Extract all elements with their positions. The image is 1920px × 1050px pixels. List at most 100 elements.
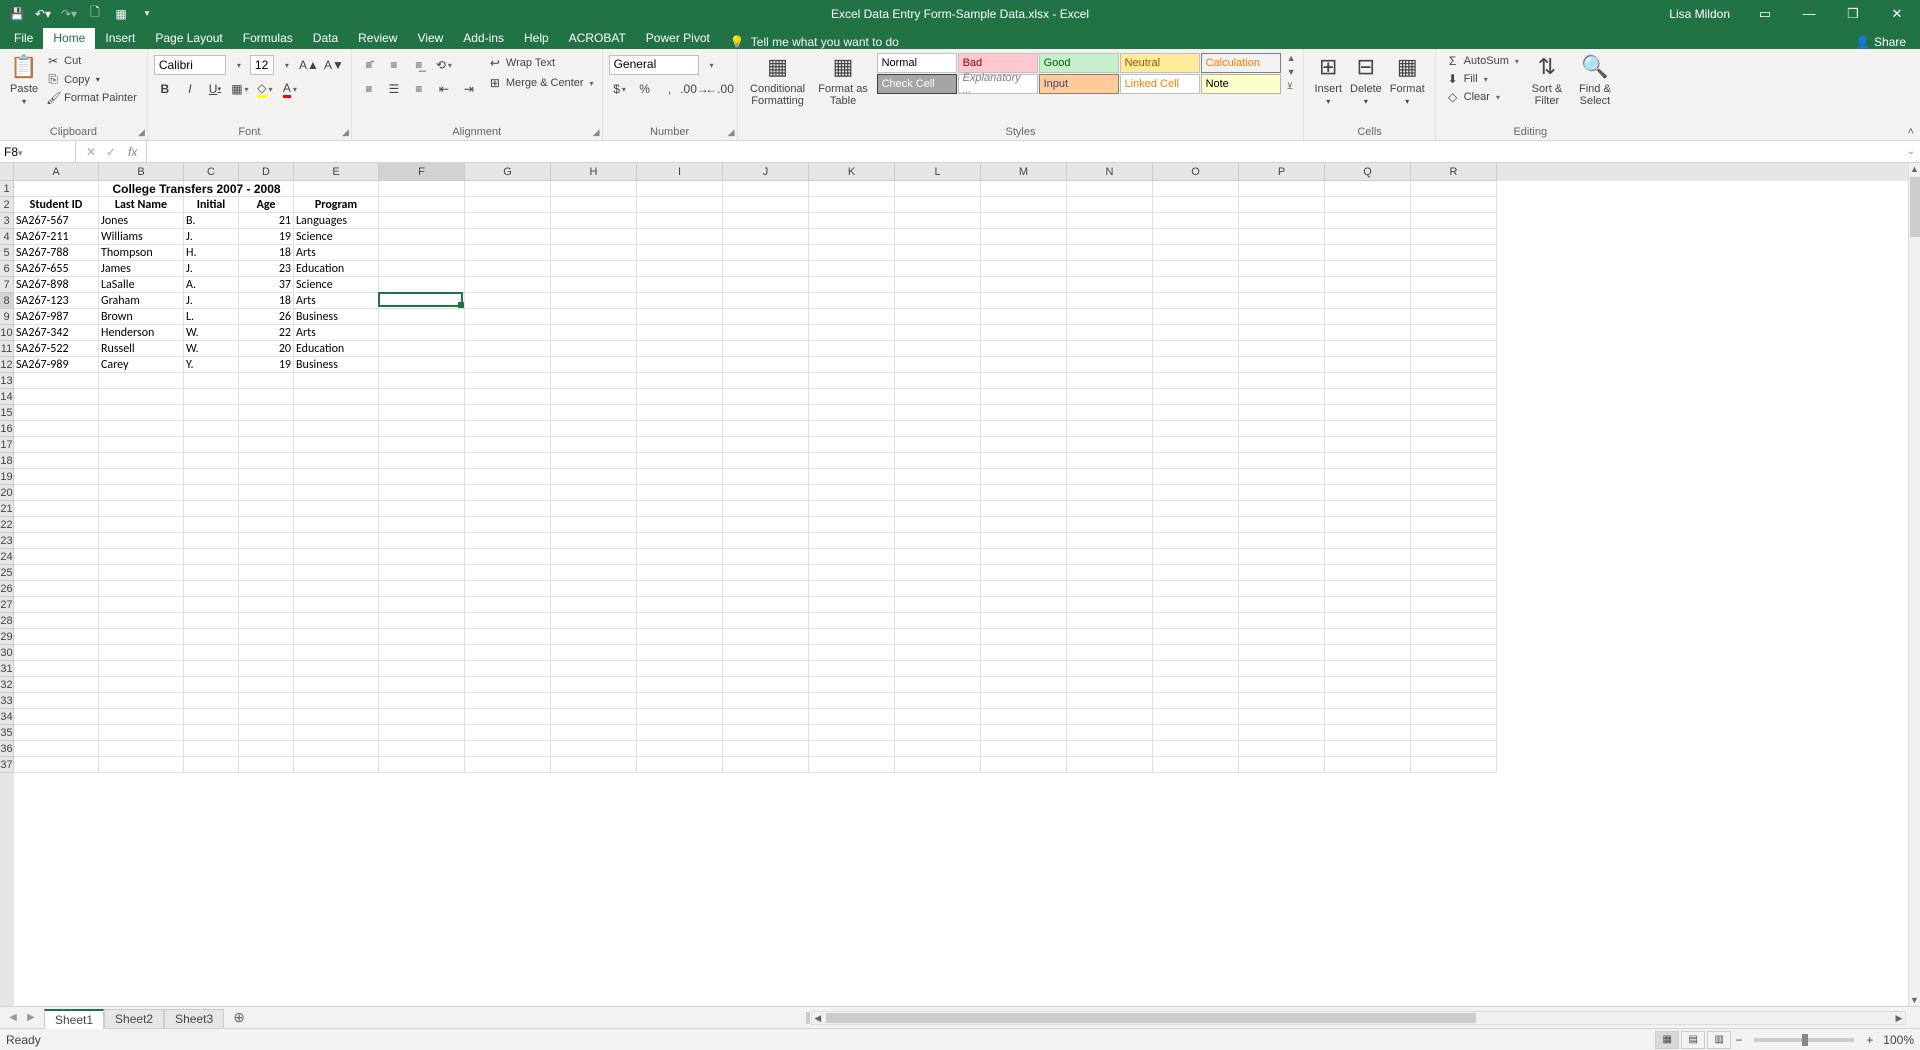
cell-N10[interactable] — [1067, 325, 1153, 341]
cell-D28[interactable] — [239, 613, 294, 629]
cell-Q11[interactable] — [1325, 341, 1411, 357]
conditional-formatting-button[interactable]: ▦Conditional Formatting — [744, 51, 812, 109]
cell-F31[interactable] — [379, 661, 465, 677]
cell-H12[interactable] — [551, 357, 637, 373]
cell-C27[interactable] — [184, 597, 239, 613]
cell-R19[interactable] — [1411, 469, 1497, 485]
cell-E36[interactable] — [294, 741, 379, 757]
row-header-17[interactable]: 17 — [0, 437, 14, 453]
cell-R32[interactable] — [1411, 677, 1497, 693]
cell-C2[interactable]: Initial — [184, 197, 239, 213]
align-top-icon[interactable]: ≡̄ — [358, 55, 380, 75]
cell-L15[interactable] — [895, 405, 981, 421]
cell-I6[interactable] — [637, 261, 723, 277]
cell-Q9[interactable] — [1325, 309, 1411, 325]
cell-D35[interactable] — [239, 725, 294, 741]
cell-I27[interactable] — [637, 597, 723, 613]
cell-P2[interactable] — [1239, 197, 1325, 213]
cell-N26[interactable] — [1067, 581, 1153, 597]
cell-H33[interactable] — [551, 693, 637, 709]
row-header-23[interactable]: 23 — [0, 533, 14, 549]
cell-E35[interactable] — [294, 725, 379, 741]
cell-F18[interactable] — [379, 453, 465, 469]
cell-L4[interactable] — [895, 229, 981, 245]
cell-D8[interactable]: 18 — [239, 293, 294, 309]
cell-J14[interactable] — [723, 389, 809, 405]
cell-H24[interactable] — [551, 549, 637, 565]
col-header-Q[interactable]: Q — [1325, 163, 1411, 181]
new-file-icon[interactable]: 🗋 — [84, 4, 106, 24]
cell-M34[interactable] — [981, 709, 1067, 725]
cell-H19[interactable] — [551, 469, 637, 485]
cell-K4[interactable] — [809, 229, 895, 245]
style-check-cell[interactable]: Check Cell — [877, 74, 957, 94]
zoom-slider[interactable] — [1754, 1038, 1854, 1042]
cell-K16[interactable] — [809, 421, 895, 437]
cell-O26[interactable] — [1153, 581, 1239, 597]
row-header-1[interactable]: 1 — [0, 181, 14, 197]
cell-P27[interactable] — [1239, 597, 1325, 613]
cell-N23[interactable] — [1067, 533, 1153, 549]
cell-M21[interactable] — [981, 501, 1067, 517]
cell-D10[interactable]: 22 — [239, 325, 294, 341]
cell-O12[interactable] — [1153, 357, 1239, 373]
cell-K27[interactable] — [809, 597, 895, 613]
cell-M16[interactable] — [981, 421, 1067, 437]
cell-J25[interactable] — [723, 565, 809, 581]
cell-Q26[interactable] — [1325, 581, 1411, 597]
cell-A11[interactable]: SA267-522 — [14, 341, 99, 357]
cell-E12[interactable]: Business — [294, 357, 379, 373]
cell-Q24[interactable] — [1325, 549, 1411, 565]
cell-I14[interactable] — [637, 389, 723, 405]
cell-B14[interactable] — [99, 389, 184, 405]
cell-O6[interactable] — [1153, 261, 1239, 277]
cell-C23[interactable] — [184, 533, 239, 549]
cell-J17[interactable] — [723, 437, 809, 453]
style-bad[interactable]: Bad — [958, 53, 1038, 73]
cell-I36[interactable] — [637, 741, 723, 757]
cell-B26[interactable] — [99, 581, 184, 597]
cell-J34[interactable] — [723, 709, 809, 725]
cell-P26[interactable] — [1239, 581, 1325, 597]
cell-R21[interactable] — [1411, 501, 1497, 517]
cell-N12[interactable] — [1067, 357, 1153, 373]
cell-D27[interactable] — [239, 597, 294, 613]
cell-Q23[interactable] — [1325, 533, 1411, 549]
cell-H1[interactable] — [551, 181, 637, 197]
cell-P29[interactable] — [1239, 629, 1325, 645]
tab-add-ins[interactable]: Add-ins — [453, 28, 514, 49]
share-button[interactable]: 👤 Share — [1855, 35, 1920, 49]
cell-I20[interactable] — [637, 485, 723, 501]
cell-R31[interactable] — [1411, 661, 1497, 677]
scroll-up-icon[interactable]: ▲ — [1909, 163, 1920, 175]
cell-B21[interactable] — [99, 501, 184, 517]
cell-L30[interactable] — [895, 645, 981, 661]
cell-L5[interactable] — [895, 245, 981, 261]
row-header-16[interactable]: 16 — [0, 421, 14, 437]
cell-C32[interactable] — [184, 677, 239, 693]
cell-M2[interactable] — [981, 197, 1067, 213]
cell-E28[interactable] — [294, 613, 379, 629]
new-sheet-button[interactable]: ⊕ — [228, 1009, 250, 1026]
cell-D17[interactable] — [239, 437, 294, 453]
dialog-launcher-icon[interactable]: ◢ — [728, 127, 735, 138]
cell-H15[interactable] — [551, 405, 637, 421]
cell-P7[interactable] — [1239, 277, 1325, 293]
cell-J28[interactable] — [723, 613, 809, 629]
cell-P20[interactable] — [1239, 485, 1325, 501]
cell-O32[interactable] — [1153, 677, 1239, 693]
autosum-button[interactable]: ΣAutoSum — [1444, 53, 1521, 69]
col-header-N[interactable]: N — [1067, 163, 1153, 181]
tab-power-pivot[interactable]: Power Pivot — [636, 28, 720, 49]
cell-R36[interactable] — [1411, 741, 1497, 757]
cell-N7[interactable] — [1067, 277, 1153, 293]
cell-A16[interactable] — [14, 421, 99, 437]
cell-M36[interactable] — [981, 741, 1067, 757]
cell-A28[interactable] — [14, 613, 99, 629]
cell-F16[interactable] — [379, 421, 465, 437]
cell-H31[interactable] — [551, 661, 637, 677]
cell-I5[interactable] — [637, 245, 723, 261]
cell-M22[interactable] — [981, 517, 1067, 533]
col-header-R[interactable]: R — [1411, 163, 1497, 181]
cell-C3[interactable]: B. — [184, 213, 239, 229]
